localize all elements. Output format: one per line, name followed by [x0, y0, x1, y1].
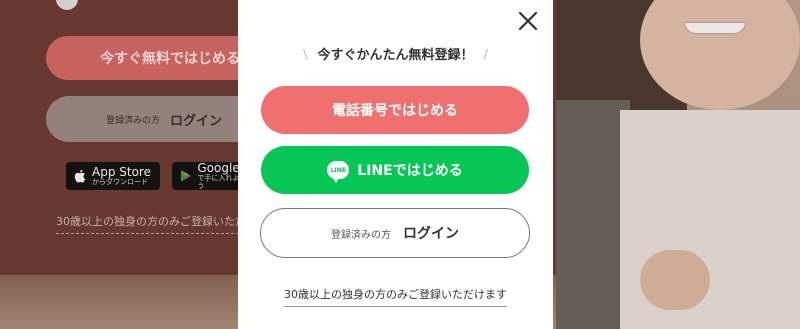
phone-signup-label: 電話番号ではじめる	[332, 103, 458, 119]
eligibility-note: 30歳以上の独身の方のみご登録いただけます	[238, 283, 553, 307]
login-label: ログイン	[403, 226, 459, 242]
login-prefix: 登録済みの方	[331, 229, 391, 241]
login-button[interactable]: 登録済みの方 ログイン	[260, 208, 530, 258]
modal-heading-text: 今すぐかんたん無料登録！	[317, 48, 474, 63]
close-button[interactable]	[515, 8, 541, 34]
phone-signup-button[interactable]: 電話番号ではじめる	[261, 86, 529, 134]
heading-right-decoration: /	[483, 48, 488, 63]
line-icon: LINE	[327, 161, 350, 183]
signup-modal: \ 今すぐかんたん無料登録！ / 電話番号ではじめる LINE LINEではじめる …	[238, 0, 553, 329]
heading-left-decoration: \	[303, 48, 308, 63]
line-signup-button[interactable]: LINE LINEではじめる	[261, 146, 529, 194]
eligibility-note-text: 30歳以上の独身の方のみご登録いただけます	[284, 288, 507, 307]
line-signup-label: LINEではじめる	[357, 163, 463, 179]
close-icon	[518, 11, 538, 31]
modal-heading: \ 今すぐかんたん無料登録！ /	[238, 44, 553, 63]
